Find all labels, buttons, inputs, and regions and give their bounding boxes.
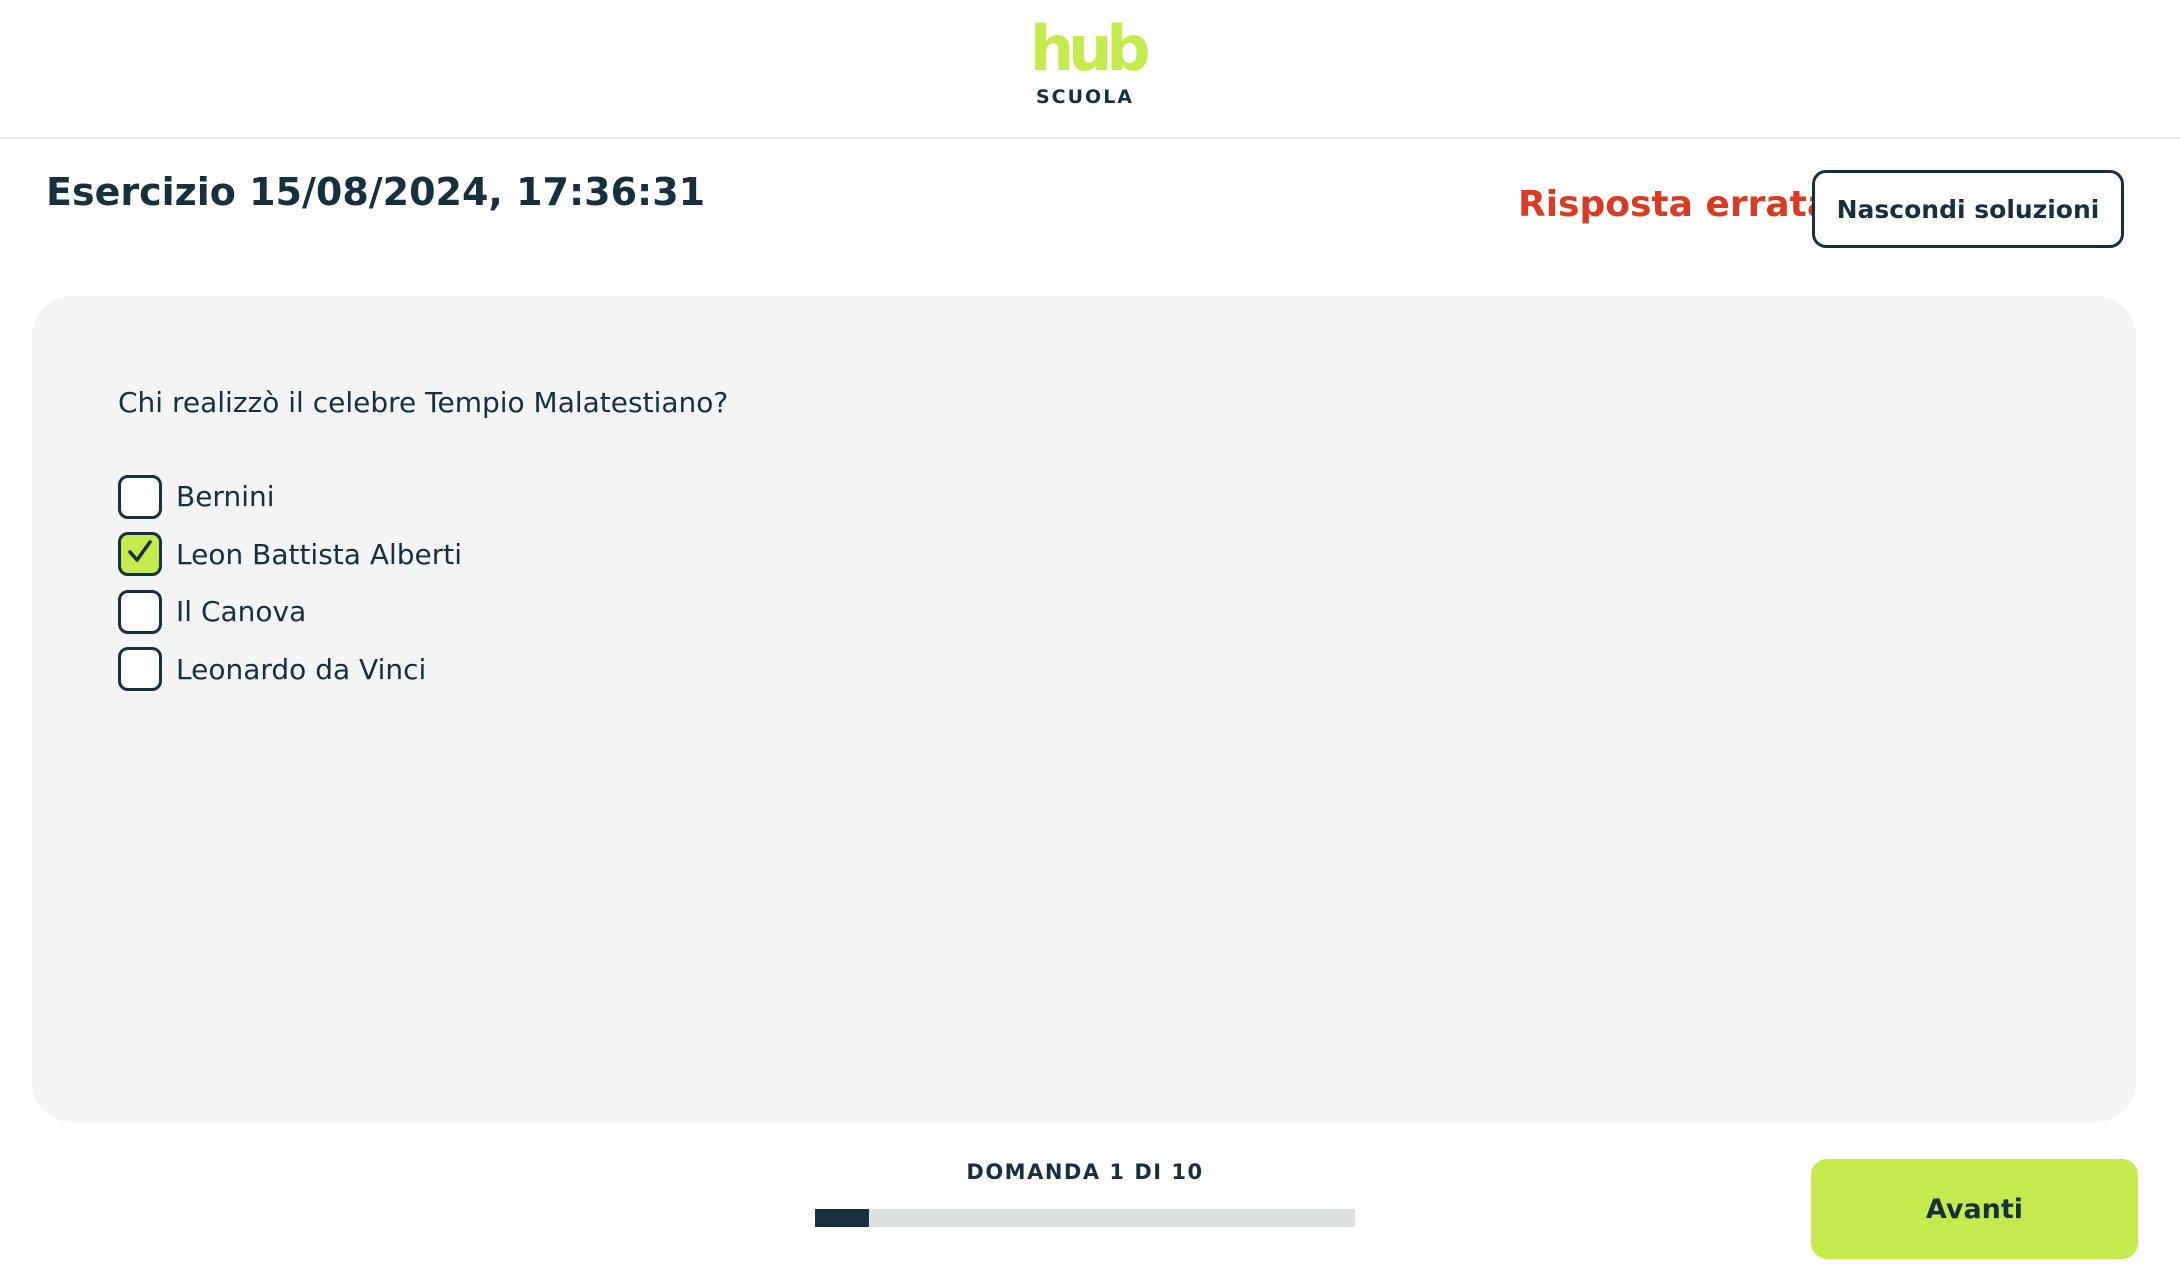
option-label: Il Canova — [176, 595, 307, 629]
option-label: Bernini — [176, 480, 275, 514]
option-label: Leon Battista Alberti — [176, 537, 463, 571]
question-panel: Chi realizzò il celebre Tempio Malatesti… — [32, 296, 2136, 1122]
hide-solutions-button[interactable]: Nascondi soluzioni — [1812, 170, 2124, 248]
answer-option[interactable]: Il Canova — [118, 583, 462, 641]
answer-option[interactable]: Bernini — [118, 468, 462, 526]
hub-scuola-logo[interactable]: hub SCUOLA — [1030, 12, 1151, 109]
exercise-page: hub SCUOLA Esercizio 15/08/2024, 17:36:3… — [0, 0, 2180, 1280]
top-header: hub SCUOLA — [0, 0, 2180, 139]
question-text: Chi realizzò il celebre Tempio Malatesti… — [118, 386, 729, 419]
option-checkbox[interactable] — [118, 589, 162, 634]
exercise-title: Esercizio 15/08/2024, 17:36:31 — [46, 170, 706, 214]
answer-option[interactable]: Leon Battista Alberti — [118, 526, 462, 584]
option-checkbox[interactable] — [118, 647, 162, 692]
check-icon — [124, 536, 156, 572]
answer-option[interactable]: Leonardo da Vinci — [118, 641, 462, 699]
logo-mark: hub — [1030, 12, 1151, 85]
logo-subtitle: SCUOLA — [1035, 86, 1135, 108]
option-checkbox[interactable] — [118, 474, 162, 519]
progress-bar-fill — [815, 1209, 869, 1227]
option-label: Leonardo da Vinci — [176, 652, 427, 686]
option-checkbox[interactable] — [118, 532, 162, 577]
next-button[interactable]: Avanti — [1811, 1159, 2138, 1259]
result-status: Risposta errata — [1518, 184, 1832, 225]
progress-bar — [815, 1209, 1355, 1227]
answer-options: Bernini Leon Battista Alberti Il Canova … — [118, 468, 462, 698]
question-progress-label: DOMANDA 1 DI 10 — [966, 1160, 1204, 1184]
